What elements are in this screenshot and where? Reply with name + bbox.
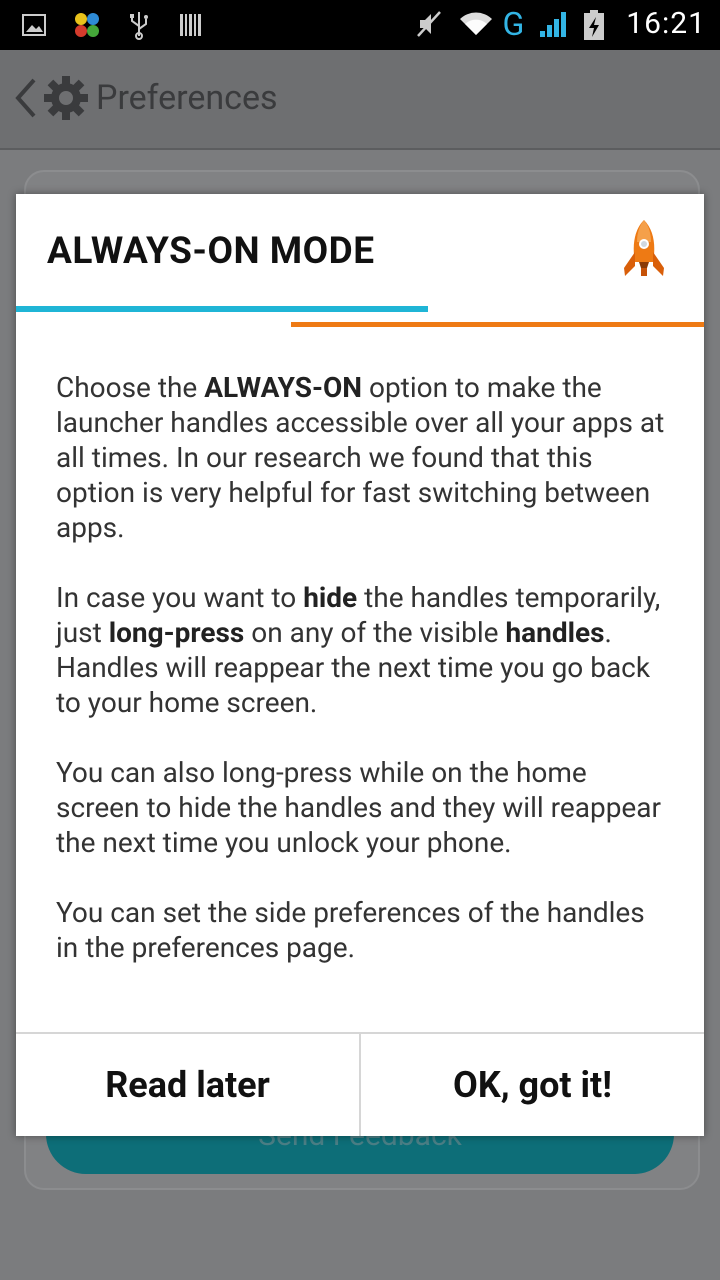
dialog-title: ALWAYS-ON MODE — [47, 230, 375, 273]
always-on-dialog: ALWAYS-ON MODE Choose the ALWAYS-ON opti… — [16, 194, 704, 1136]
paragraph-home-screen: You can also long-press while on the hom… — [56, 756, 661, 859]
usb-icon — [124, 10, 154, 40]
notification-icons — [20, 10, 206, 40]
back-chevron-icon[interactable] — [12, 76, 38, 124]
signal-icon — [538, 9, 568, 39]
paragraph-side-preferences: You can set the side preferences of the … — [56, 896, 645, 964]
system-icons: G 16:21 — [414, 6, 706, 41]
battery-charging-icon — [582, 9, 612, 40]
gear-icon — [44, 72, 88, 128]
mute-icon — [414, 9, 444, 39]
title-accent-orange — [291, 322, 704, 327]
paragraph-hide-handles: In case you want to hide the handles tem… — [56, 581, 661, 719]
dialog-body: Choose the ALWAYS-ON option to make the … — [56, 370, 666, 1000]
status-bar: G 16:21 — [0, 0, 720, 50]
page-title: Preferences — [96, 78, 278, 118]
rocket-icon — [620, 218, 668, 286]
title-accent-blue — [16, 306, 428, 312]
ok-got-it-button[interactable]: OK, got it! — [359, 1034, 704, 1136]
dialog-button-bar: Read later OK, got it! — [16, 1032, 704, 1136]
network-type-icon: G — [502, 4, 525, 43]
app-launcher-notification-icon — [72, 10, 102, 40]
wifi-icon — [458, 9, 493, 39]
paragraph-always-on: Choose the ALWAYS-ON option to make the … — [56, 371, 665, 544]
clock: 16:21 — [626, 6, 706, 41]
image-notification-icon — [20, 10, 50, 40]
read-later-button[interactable]: Read later — [16, 1034, 359, 1136]
barcode-icon — [176, 10, 206, 40]
